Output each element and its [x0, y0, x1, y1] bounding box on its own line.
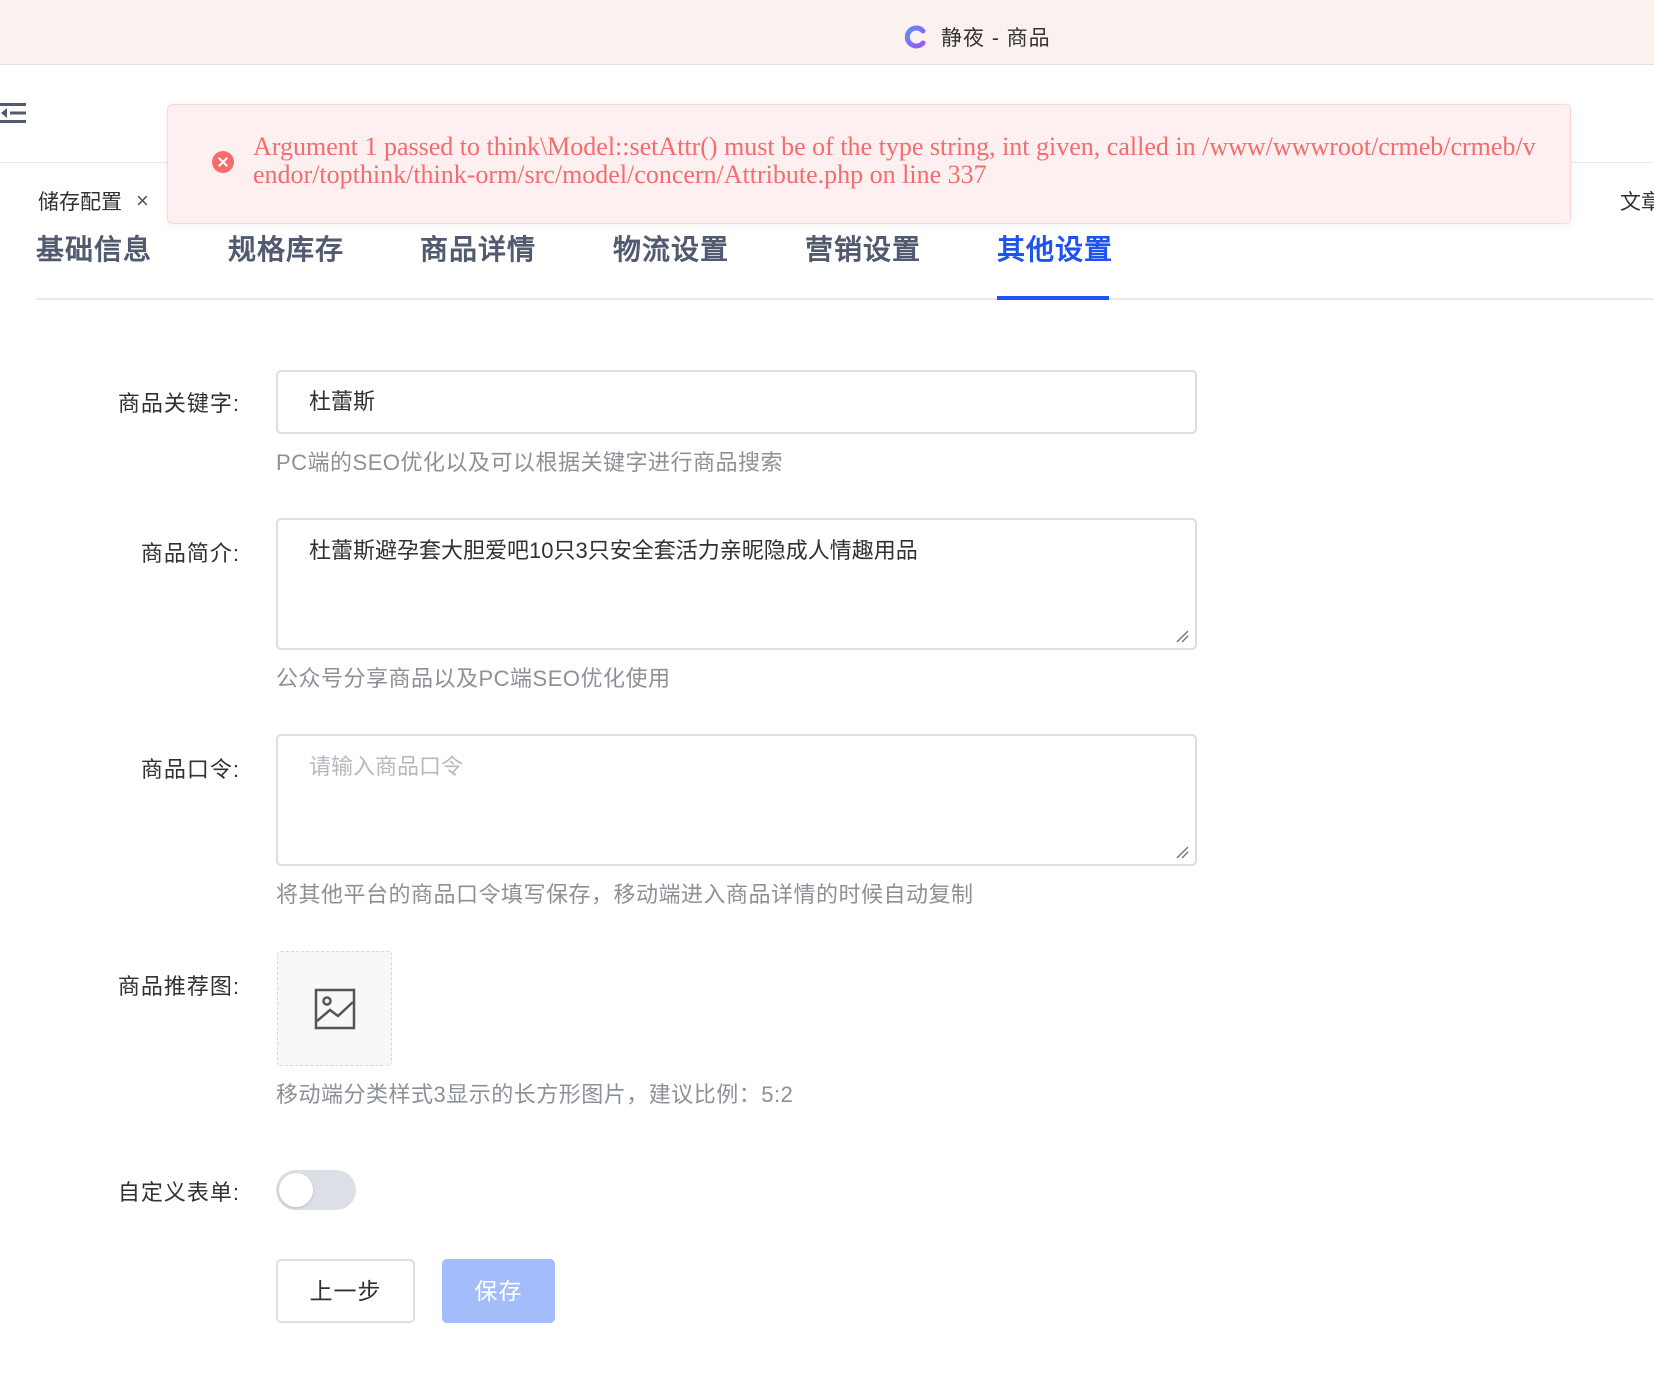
tab-product-detail[interactable]: 商品详情 — [420, 228, 536, 268]
window-title: 静夜 - 商品 — [941, 27, 1051, 50]
save-button[interactable]: 保存 — [442, 1259, 555, 1323]
error-message: Argument 1 passed to think\Model::setAtt… — [253, 132, 1536, 189]
tag-article[interactable]: 文章 — [1620, 186, 1654, 216]
error-alert: Argument 1 passed to think\Model::setAtt… — [167, 104, 1571, 224]
command-hint: 将其他平台的商品口令填写保存，移动端进入商品详情的时候自动复制 — [276, 882, 974, 907]
resize-handle-icon[interactable] — [1175, 629, 1189, 643]
recommend-image-upload[interactable] — [277, 951, 392, 1066]
tag-label: 储存配置 — [38, 191, 122, 214]
keyword-label: 商品关键字: — [117, 391, 240, 416]
menu-collapse-icon[interactable] — [0, 101, 26, 125]
close-icon[interactable]: × — [136, 188, 149, 214]
command-label: 商品口令: — [140, 757, 240, 782]
keyword-value: 杜蕾斯 — [309, 389, 376, 414]
toggle-knob — [279, 1173, 313, 1207]
window-titlebar: 静夜 - 商品 — [0, 0, 1654, 65]
custom-form-toggle[interactable] — [276, 1170, 356, 1210]
tab-marketing[interactable]: 营销设置 — [805, 228, 921, 268]
intro-label: 商品简介: — [140, 541, 240, 566]
window-title-group: 静夜 - 商品 — [903, 22, 1051, 52]
tab-other-settings[interactable]: 其他设置 — [997, 228, 1113, 268]
intro-textarea[interactable]: 杜蕾斯避孕套大胆爱吧10只3只安全套活力亲昵隐成人情趣用品 — [276, 518, 1197, 650]
tag-storage-config[interactable]: 储存配置 × — [38, 186, 149, 216]
keyword-input[interactable]: 杜蕾斯 — [276, 370, 1197, 434]
command-textarea[interactable]: 请输入商品口令 — [276, 734, 1197, 866]
error-icon — [212, 151, 234, 173]
prev-step-button[interactable]: 上一步 — [276, 1259, 415, 1323]
command-placeholder: 请输入商品口令 — [309, 754, 464, 779]
active-tab-indicator — [997, 296, 1109, 300]
tab-basic-info[interactable]: 基础信息 — [36, 228, 152, 268]
recommend-image-label: 商品推荐图: — [117, 974, 240, 999]
resize-handle-icon[interactable] — [1175, 845, 1189, 859]
product-tabs: 基础信息 规格库存 商品详情 物流设置 营销设置 其他设置 — [36, 222, 1654, 300]
tab-logistics[interactable]: 物流设置 — [613, 228, 729, 268]
tab-spec-stock[interactable]: 规格库存 — [228, 228, 344, 268]
intro-hint: 公众号分享商品以及PC端SEO优化使用 — [276, 666, 671, 691]
recommend-image-hint: 移动端分类样式3显示的长方形图片，建议比例：5:2 — [276, 1082, 794, 1107]
app-logo-icon — [904, 25, 926, 49]
keyword-hint: PC端的SEO优化以及可以根据关键字进行商品搜索 — [276, 450, 784, 475]
custom-form-label: 自定义表单: — [117, 1180, 240, 1205]
image-placeholder-icon — [314, 988, 356, 1030]
intro-value: 杜蕾斯避孕套大胆爱吧10只3只安全套活力亲昵隐成人情趣用品 — [309, 538, 918, 563]
